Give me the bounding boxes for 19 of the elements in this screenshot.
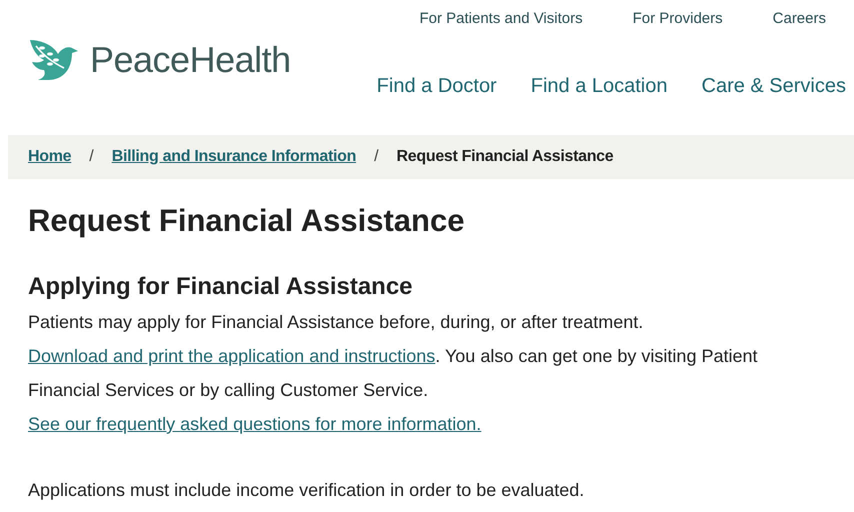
section-heading: Applying for Financial Assistance <box>28 273 414 301</box>
nav-link[interactable]: Find a Location <box>530 75 668 98</box>
breadcrumb-separator: / <box>374 148 379 166</box>
text-link[interactable]: See our frequently <box>28 414 180 434</box>
nav-link[interactable]: Careers <box>772 10 826 27</box>
breadcrumb-current: Request Financial Assistance <box>396 148 614 166</box>
text-link[interactable]: Download and print the application and instructions <box>28 346 436 366</box>
nav-link[interactable]: Care & Services <box>702 75 846 98</box>
breadcrumb-separator: / <box>89 148 94 166</box>
logo-text[interactable]: PeaceHealth <box>90 39 291 81</box>
breadcrumb-link[interactable]: Home <box>28 148 72 166</box>
page-title: Request Financial Assistance <box>28 203 466 239</box>
breadcrumb-link[interactable]: Billing and Insurance Information <box>112 148 356 166</box>
text-link[interactable]: asked questions for more information. <box>180 414 482 434</box>
paragraph: Applications must include income verification in order to be evaluated. <box>28 479 586 502</box>
paragraph: Patients may apply for Financial Assistance before, during, or after treatment. Download and print the application and instructions. You also can get one by visiting Patient Financial Services or by calling Customer Service. See our frequently asked questions for more information. <box>28 311 758 436</box>
nav-link[interactable]: For Patients and Visitors <box>419 10 583 27</box>
nav-link[interactable]: For Providers <box>632 10 723 27</box>
nav-link[interactable]: Find a Doctor <box>376 75 497 98</box>
